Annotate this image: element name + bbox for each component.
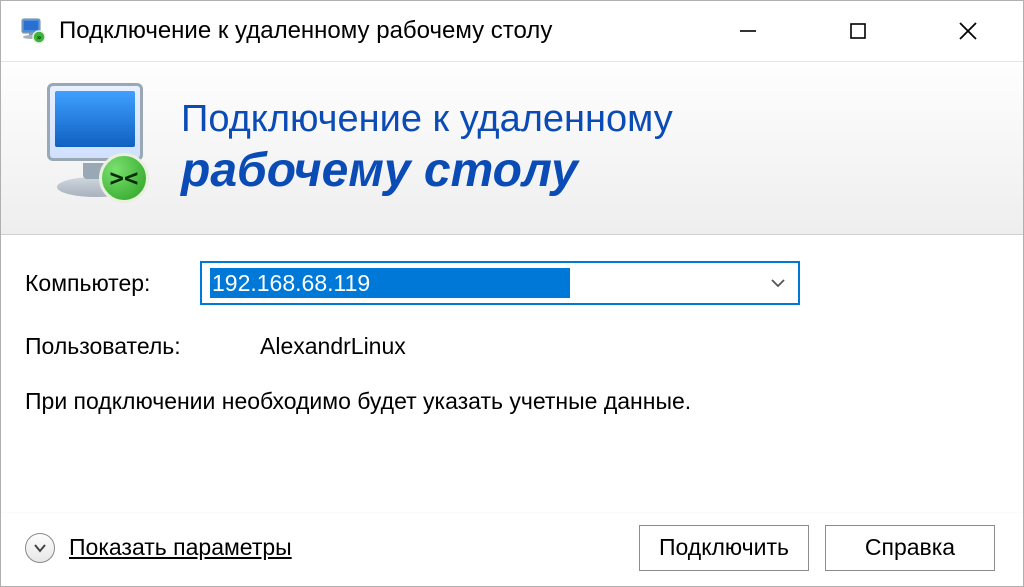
help-button[interactable]: Справка (825, 525, 995, 571)
banner-title-line2: рабочему столу (181, 145, 673, 198)
maximize-button[interactable] (803, 1, 913, 61)
computer-label: Компьютер: (25, 270, 200, 297)
rdp-banner-icon: >< (29, 83, 159, 213)
show-options-toggle[interactable]: Показать параметры (25, 533, 292, 563)
svg-text:»: » (37, 33, 42, 42)
window-controls (693, 1, 1023, 61)
window-title: Подключение к удаленному рабочему столу (59, 17, 552, 45)
chevron-down-icon[interactable] (766, 274, 790, 292)
chevron-down-circle-icon (25, 533, 55, 563)
rdp-title-icon: » (19, 17, 47, 45)
close-button[interactable] (913, 1, 1023, 61)
user-value: AlexandrLinux (260, 333, 406, 360)
computer-combo[interactable] (200, 261, 800, 305)
footer: Показать параметры Подключить Справка (1, 512, 1023, 586)
computer-input[interactable] (210, 268, 570, 298)
title-bar: » Подключение к удаленному рабочему стол… (1, 1, 1023, 61)
user-row: Пользователь: AlexandrLinux (25, 333, 993, 360)
banner-title-line1: Подключение к удаленному (181, 99, 673, 141)
minimize-button[interactable] (693, 1, 803, 61)
show-options-label: Показать параметры (69, 534, 292, 561)
user-label: Пользователь: (25, 333, 260, 360)
content-area: Компьютер: Пользователь: AlexandrLinux П… (1, 235, 1023, 512)
credentials-info: При подключении необходимо будет указать… (25, 386, 765, 417)
banner: >< Подключение к удаленному рабочему сто… (1, 61, 1023, 235)
computer-row: Компьютер: (25, 261, 993, 305)
connect-button[interactable]: Подключить (639, 525, 809, 571)
rdp-window: » Подключение к удаленному рабочему стол… (0, 0, 1024, 587)
